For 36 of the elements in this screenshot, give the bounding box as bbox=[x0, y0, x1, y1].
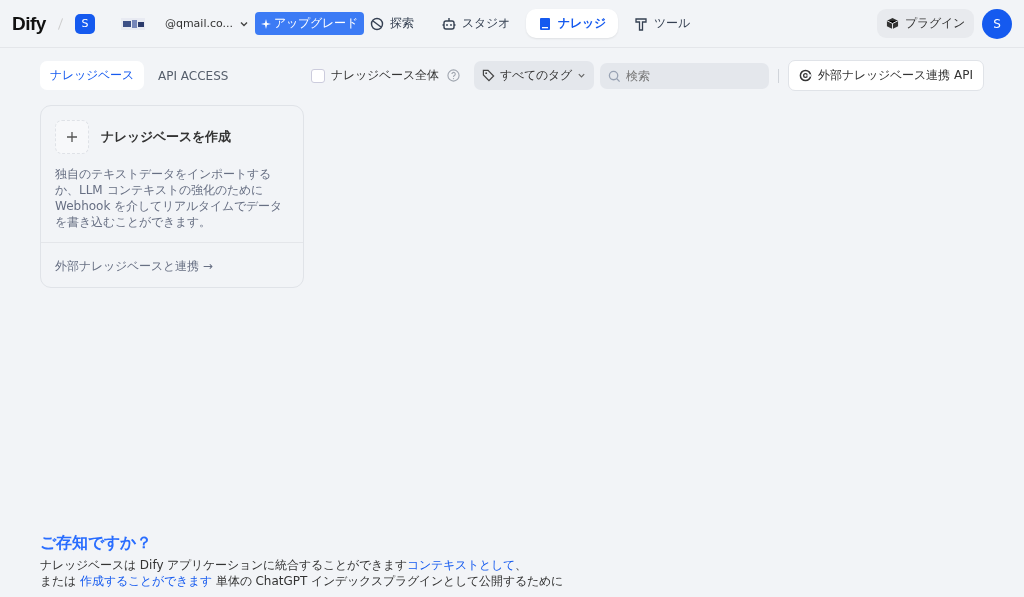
tip-text: または 作成することができます 単体の ChatGPT インデックスプラグインとして公開するために bbox=[40, 573, 565, 589]
plugin-button[interactable]: プラグイン bbox=[877, 9, 974, 38]
search-field[interactable]: 検索 bbox=[600, 62, 770, 89]
nav-tab[interactable]: ナレッジ bbox=[526, 9, 618, 38]
tip-text: ナレッジベースは Dify アプリケーションに統合することができます コンテキストとして、 bbox=[40, 557, 529, 573]
tip-title: ご存知ですか？ bbox=[40, 533, 153, 554]
tip-link[interactable]: コンテキストとして bbox=[407, 558, 516, 572]
search-icon bbox=[608, 69, 622, 83]
checkbox[interactable] bbox=[311, 68, 326, 83]
cube-icon bbox=[886, 17, 899, 30]
tip-link[interactable]: 作成することができます bbox=[79, 574, 212, 588]
tag-icon bbox=[482, 69, 496, 82]
help-icon[interactable] bbox=[447, 69, 461, 82]
logo: Dify bbox=[12, 12, 46, 35]
connect-external-link[interactable]: 外部ナレッジベースと連携 → bbox=[55, 259, 213, 273]
user-avatar[interactable]: S bbox=[982, 8, 1012, 39]
external-api-button[interactable]: 外部ナレッジベース連携 API bbox=[788, 60, 984, 91]
chevron-down-icon bbox=[577, 71, 587, 80]
create-card[interactable]: ナレッジベースを作成 独自のテキストデータをインポートするか、LLM コンテキストの強化のために Webhook を介してリアルタイムでデータを書き込むことができます。 外部ナレッジベースと連携 → bbox=[40, 105, 304, 288]
tab[interactable]: API ACCESS bbox=[148, 61, 239, 90]
checkbox-label: ナレッジベース全体 bbox=[331, 67, 440, 84]
workspace-badge[interactable]: S bbox=[74, 13, 95, 34]
sparkle-icon bbox=[261, 18, 272, 29]
tag-filter[interactable]: すべてのタグ bbox=[474, 61, 595, 90]
upgrade-button[interactable]: アップグレード bbox=[255, 12, 365, 35]
card-description: 独自のテキストデータをインポートするか、LLM コンテキストの強化のために Webhook を介してリアルタイムでデータを書き込むことができます。 bbox=[55, 166, 284, 230]
book-icon bbox=[538, 16, 552, 31]
account-email[interactable]: @qmail.co... bbox=[164, 17, 234, 30]
nav-tab[interactable]: スタジオ bbox=[430, 9, 522, 38]
plus-icon bbox=[55, 120, 89, 154]
hammer-icon bbox=[634, 16, 648, 31]
tab[interactable]: ナレッジベース bbox=[40, 61, 144, 90]
nav-tab[interactable]: ツール bbox=[622, 9, 702, 38]
robot-icon bbox=[442, 16, 456, 31]
api-icon bbox=[799, 69, 813, 82]
card-title: ナレッジベースを作成 bbox=[101, 128, 231, 146]
